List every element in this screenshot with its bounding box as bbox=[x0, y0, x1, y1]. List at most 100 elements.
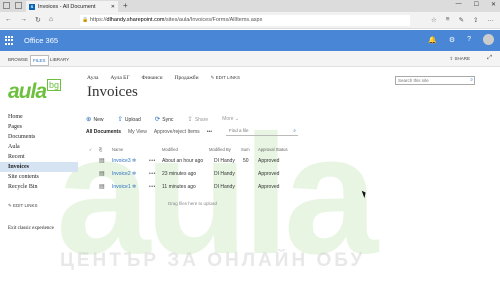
file-name-link[interactable]: Invoice1 ✲ bbox=[112, 184, 136, 190]
share-browser-icon[interactable]: ⇪ bbox=[473, 16, 478, 24]
focus-content-icon[interactable]: ⤢ bbox=[487, 55, 492, 62]
share-label: SHARE bbox=[454, 56, 470, 61]
view-all-documents[interactable]: All Documents bbox=[86, 129, 121, 135]
table-row[interactable]: ▤ Invoice2 ✲ ••• 23 minutes ago DI Handy… bbox=[86, 168, 296, 181]
close-tab-icon[interactable]: ✕ bbox=[111, 4, 115, 10]
close-window-button[interactable]: ✕ bbox=[491, 1, 496, 8]
url-field[interactable]: 🔒 https://dlhandy.sharepoint.com/sites/a… bbox=[80, 15, 410, 26]
page-title: Invoices bbox=[87, 84, 138, 100]
nav-item-aula[interactable]: Aula bbox=[0, 142, 78, 152]
nav-item-recycle-bin[interactable]: Recycle Bin bbox=[0, 182, 78, 192]
table-row[interactable]: ▤ Invoice3 ✲ ••• About an hour ago DI Ha… bbox=[86, 155, 296, 168]
search-icon[interactable]: ⌕ bbox=[293, 127, 296, 135]
favorite-icon[interactable]: ☆ bbox=[431, 16, 437, 24]
view-approve-reject[interactable]: Approve/reject Items bbox=[154, 129, 200, 135]
more-button[interactable]: More ⌄ bbox=[222, 116, 239, 122]
new-tab-button[interactable]: + bbox=[123, 1, 128, 10]
suite-brand[interactable]: Office 365 bbox=[24, 36, 58, 45]
select-all-checkbox[interactable]: ✓ bbox=[89, 147, 93, 152]
tab-actions[interactable] bbox=[3, 2, 22, 9]
approval-status-column-header[interactable]: Approval Status bbox=[258, 147, 288, 152]
file-name-link[interactable]: Invoice3 ✲ bbox=[112, 158, 136, 164]
view-my-view[interactable]: My View bbox=[128, 129, 147, 135]
tab-set-aside-icon[interactable] bbox=[3, 2, 10, 9]
url-domain: dlhandy.sharepoint.com bbox=[106, 17, 165, 23]
modified-by-cell[interactable]: DI Handy bbox=[214, 171, 235, 177]
modified-by-column-header[interactable]: Modified By bbox=[209, 147, 231, 152]
nav-item-site-contents[interactable]: Site contents bbox=[0, 172, 78, 182]
bell-icon[interactable]: 🔔 bbox=[428, 36, 437, 44]
item-menu-button[interactable]: ••• bbox=[149, 171, 156, 177]
share-label: Share bbox=[194, 117, 209, 123]
file-name-link[interactable]: Invoice2 ✲ bbox=[112, 171, 136, 177]
gear-icon[interactable]: ⚙ bbox=[449, 36, 455, 44]
app-launcher-icon[interactable] bbox=[5, 36, 14, 45]
command-bar: ⊕ New ⇧ Upload ⟳ Sync ⇪ Share More ⌄ bbox=[86, 115, 239, 123]
topnav-link-sales[interactable]: Продажби bbox=[175, 75, 199, 81]
tab-library[interactable]: LIBRARY bbox=[48, 55, 71, 64]
search-icon[interactable]: ⌕ bbox=[470, 77, 473, 84]
find-file-input[interactable]: Find a file ⌕ bbox=[226, 127, 298, 136]
share-icon: ⇪ bbox=[187, 116, 193, 123]
sum-column-header[interactable]: Sum bbox=[241, 147, 250, 152]
topnav-link-finance[interactable]: Финанси bbox=[142, 75, 163, 81]
edit-links-left[interactable]: ✎ EDIT LINKS bbox=[8, 203, 37, 209]
refresh-icon[interactable]: ↻ bbox=[35, 16, 41, 24]
topnav-link-aula-bg[interactable]: Аула БГ bbox=[110, 75, 129, 81]
hub-icon[interactable]: ≡ bbox=[446, 16, 450, 24]
type-column-header[interactable]: ⎘ bbox=[99, 147, 102, 152]
top-nav: Аула Аула БГ Финанси Продажби ✎ EDIT LIN… bbox=[87, 75, 240, 81]
window-controls: — ☐ ✕ bbox=[456, 1, 496, 8]
search-site-input[interactable]: Search this site ⌕ bbox=[395, 76, 475, 85]
approval-status-cell: Approved bbox=[258, 158, 280, 164]
browser-tab[interactable]: S Invoices - All Document ✕ bbox=[26, 1, 118, 12]
modified-by-cell[interactable]: DI Handy bbox=[214, 158, 235, 164]
modified-cell: About an hour ago bbox=[162, 158, 204, 164]
suite-bar: Office 365 🔔 ⚙ ? bbox=[0, 30, 500, 51]
upload-button[interactable]: ⇧ Upload bbox=[117, 115, 140, 123]
edit-links-top-label: EDIT LINKS bbox=[215, 75, 241, 80]
edit-links-top[interactable]: ✎ EDIT LINKS bbox=[211, 75, 240, 81]
nav-item-recent[interactable]: Recent bbox=[0, 152, 78, 162]
exit-classic-link[interactable]: Exit classic experience bbox=[8, 226, 54, 231]
tab-browse[interactable]: BROWSE bbox=[6, 55, 30, 64]
modified-by-cell[interactable]: DI Handy bbox=[214, 184, 235, 190]
help-icon[interactable]: ? bbox=[467, 36, 471, 43]
name-column-header[interactable]: Name bbox=[112, 147, 123, 152]
nav-item-documents[interactable]: Documents bbox=[0, 132, 78, 142]
nav-item-pages[interactable]: Pages bbox=[0, 122, 78, 132]
edit-links-left-label: EDIT LINKS bbox=[13, 203, 38, 208]
sharepoint-favicon-icon: S bbox=[29, 3, 35, 10]
share-button[interactable]: ⇪ Share bbox=[187, 115, 208, 123]
nav-item-invoices[interactable]: Invoices bbox=[0, 162, 78, 172]
site-logo[interactable]: aula bg bbox=[8, 79, 78, 103]
home-icon[interactable]: ⌂ bbox=[49, 16, 53, 24]
new-button[interactable]: ⊕ New bbox=[86, 115, 103, 123]
nav-item-home[interactable]: Home bbox=[0, 112, 78, 122]
document-icon: ▤ bbox=[99, 158, 105, 164]
url-prefix: https:// bbox=[90, 17, 107, 23]
pencil-icon: ✎ bbox=[8, 203, 12, 208]
lock-icon: 🔒 bbox=[82, 17, 89, 23]
tab-title: Invoices - All Document bbox=[38, 3, 96, 10]
share-page-button[interactable]: ⇪ SHARE bbox=[449, 56, 470, 62]
topnav-link-aula[interactable]: Аула bbox=[87, 75, 98, 81]
tab-preview-icon[interactable] bbox=[15, 2, 22, 9]
modified-column-header[interactable]: Modified bbox=[162, 147, 178, 152]
tab-files[interactable]: FILES bbox=[30, 55, 49, 66]
sync-button[interactable]: ⟳ Sync bbox=[155, 115, 174, 123]
table-header: ✓ ⎘ Name Modified Modified By Sum Approv… bbox=[86, 145, 296, 154]
back-icon[interactable]: ← bbox=[5, 16, 12, 24]
avatar[interactable] bbox=[483, 34, 494, 45]
item-menu-button[interactable]: ••• bbox=[149, 158, 156, 164]
minimize-button[interactable]: — bbox=[456, 1, 462, 8]
ribbon: BROWSE FILES LIBRARY ⇪ SHARE ⤢ bbox=[0, 51, 500, 67]
table-row[interactable]: ▤ Invoice1 ✲ ••• 11 minutes ago DI Handy… bbox=[86, 181, 296, 194]
item-menu-button[interactable]: ••• bbox=[149, 184, 156, 190]
forward-icon[interactable]: → bbox=[20, 16, 27, 24]
notes-icon[interactable]: ✎ bbox=[459, 16, 464, 24]
more-views-button[interactable]: ••• bbox=[207, 129, 212, 135]
approval-status-cell: Approved bbox=[258, 184, 280, 190]
more-icon[interactable]: … bbox=[488, 16, 495, 24]
maximize-button[interactable]: ☐ bbox=[474, 1, 479, 8]
